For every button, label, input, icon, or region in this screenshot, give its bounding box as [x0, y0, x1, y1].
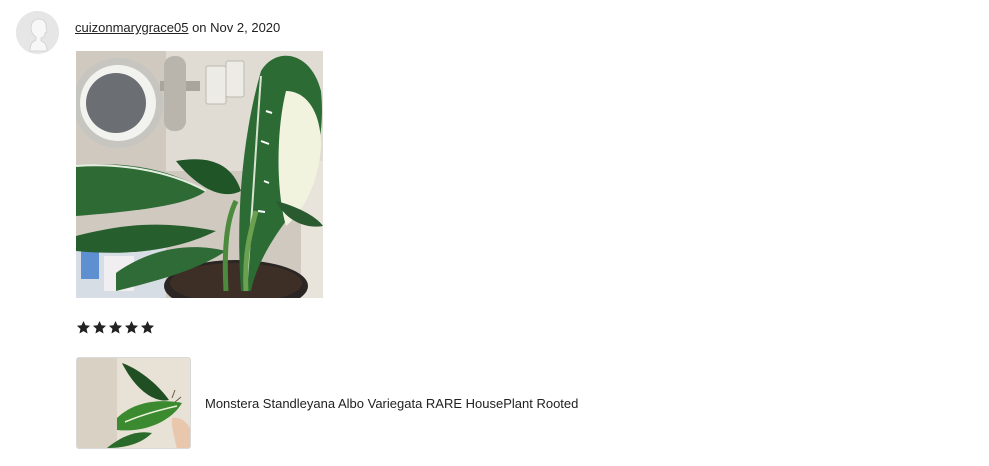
review-date: on Nov 2, 2020: [192, 20, 281, 35]
filled-star-icon: [76, 320, 91, 334]
listing-title[interactable]: Monstera Standleyana Albo Variegata RARE…: [205, 396, 578, 411]
reviewer-avatar: [16, 11, 59, 54]
default-user-avatar-icon: [16, 11, 59, 54]
plant-photo-image: [76, 51, 323, 298]
star-rating: [76, 320, 155, 340]
filled-star-icon: [108, 320, 123, 334]
filled-star-icon: [140, 320, 155, 334]
review-byline: cuizonmarygrace05 on Nov 2, 2020: [75, 20, 280, 36]
filled-star-icon: [124, 320, 139, 334]
reviewer-username-link[interactable]: cuizonmarygrace05: [75, 20, 188, 35]
listing-thumbnail-image: [77, 358, 190, 448]
listing-thumbnail[interactable]: [76, 357, 191, 449]
filled-star-icon: [92, 320, 107, 334]
reviewed-listing-link[interactable]: Monstera Standleyana Albo Variegata RARE…: [76, 357, 578, 449]
review-photo[interactable]: [76, 51, 323, 298]
